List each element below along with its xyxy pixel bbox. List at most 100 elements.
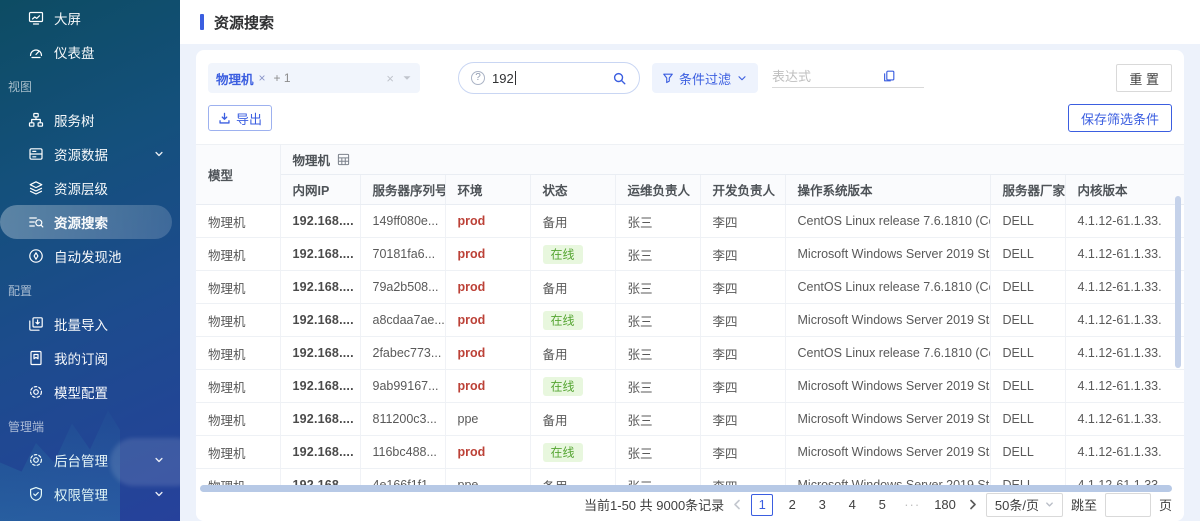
prev-page-icon[interactable]	[732, 499, 743, 510]
vertical-scrollbar[interactable]	[1175, 196, 1181, 368]
sidebar-item-资源数据[interactable]: 资源数据	[0, 137, 180, 171]
jump-page-input[interactable]	[1105, 493, 1151, 517]
page-numbers: 12345 ··· 180	[751, 494, 959, 516]
content: 物理机 × + 1 × ? 192	[180, 44, 1200, 521]
cell-dev: 李四	[700, 205, 785, 238]
filter-row: 物理机 × + 1 × ? 192	[196, 50, 1184, 94]
title-bar: 资源搜索	[180, 0, 1200, 44]
save-filter-button[interactable]: 保存筛选条件	[1068, 104, 1172, 132]
sidebar-section-label: 配置	[0, 273, 180, 307]
table-body: 物理机192.168....149ff080e...prod备用张三李四Cent…	[196, 205, 1184, 497]
page-ellipsis: ···	[901, 494, 923, 516]
table-row[interactable]: 物理机192.168....2fabec773...prod备用张三李四Cent…	[196, 337, 1184, 370]
chevron-down-icon[interactable]	[154, 487, 164, 502]
table-row[interactable]: 物理机192.168....149ff080e...prod备用张三李四Cent…	[196, 205, 1184, 238]
cell-serial: 811200c3...	[360, 403, 445, 436]
cell-env: prod	[445, 436, 530, 469]
search-icon[interactable]	[612, 71, 627, 86]
subscribe-icon	[28, 350, 44, 366]
table-row[interactable]: 物理机192.168....116bc488...prod在线张三李四Micro…	[196, 436, 1184, 469]
table-header: 模型 物理机 内网IP服务器序列号环境状态运维负责人开发负责人操作系	[196, 145, 1184, 205]
compass-icon	[28, 248, 44, 264]
table-row[interactable]: 物理机192.168....811200c3...ppe备用张三李四Micros…	[196, 403, 1184, 436]
sidebar-item-我的订阅[interactable]: 我的订阅	[0, 341, 180, 375]
next-page-icon[interactable]	[967, 499, 978, 510]
model-tag-label: 物理机	[216, 69, 254, 88]
cell-env: prod	[445, 370, 530, 403]
chevron-down-icon[interactable]	[402, 73, 412, 83]
column-settings-icon[interactable]	[337, 153, 350, 166]
sidebar-item-批量导入[interactable]: 批量导入	[0, 307, 180, 341]
chevron-down-icon[interactable]	[154, 147, 164, 162]
cell-serial: 149ff080e...	[360, 205, 445, 238]
table-row[interactable]: 物理机192.168....9ab99167...prod在线张三李四Micro…	[196, 370, 1184, 403]
select-clear-icon[interactable]: ×	[386, 71, 394, 86]
cell-kernel: 4.1.12-61.1.33.	[1065, 205, 1184, 238]
export-button[interactable]: 导出	[208, 105, 272, 131]
page-size-select[interactable]: 50条/页	[986, 493, 1063, 517]
table-row[interactable]: 物理机192.168....79a2b508...prod备用张三李四CentO…	[196, 271, 1184, 304]
page-number-5[interactable]: 5	[871, 494, 893, 516]
reset-button[interactable]: 重 置	[1116, 64, 1172, 92]
cell-ops: 张三	[615, 271, 700, 304]
page-number-4[interactable]: 4	[841, 494, 863, 516]
sidebar-item-资源搜索[interactable]: 资源搜索	[0, 205, 172, 239]
cell-status: 在线	[530, 238, 615, 271]
select-controls: ×	[386, 71, 412, 86]
cell-ops: 张三	[615, 337, 700, 370]
download-icon	[218, 112, 231, 125]
page-number-2[interactable]: 2	[781, 494, 803, 516]
column-header: 开发负责人	[700, 175, 785, 205]
sidebar-item-自动发现池[interactable]: 自动发现池	[0, 239, 180, 273]
env-value: ppe	[458, 412, 479, 426]
column-header: 状态	[530, 175, 615, 205]
env-value: prod	[458, 445, 486, 459]
cell-kernel: 4.1.12-61.1.33.	[1065, 403, 1184, 436]
page-number-3[interactable]: 3	[811, 494, 833, 516]
chevron-down-icon	[736, 72, 748, 84]
page-number-180[interactable]: 180	[931, 494, 959, 516]
table-row[interactable]: 物理机192.168....a8cdaa7ae...prod在线张三李四Micr…	[196, 304, 1184, 337]
jump-unit: 页	[1159, 495, 1172, 514]
sidebar-item-仪表盘[interactable]: 仪表盘	[0, 35, 180, 69]
status-badge: 在线	[543, 377, 583, 396]
cell-vendor: DELL	[990, 205, 1065, 238]
group-header-label: 物理机	[293, 150, 331, 169]
condition-filter-button[interactable]: 条件过滤	[652, 63, 758, 93]
search-input[interactable]: ? 192	[458, 62, 640, 94]
sidebar-item-label: 资源搜索	[54, 212, 108, 232]
title-accent-bar	[200, 14, 204, 30]
jump-label: 跳至	[1071, 495, 1097, 514]
copy-icon[interactable]	[882, 69, 896, 83]
sidebar-item-模型配置[interactable]: 模型配置	[0, 375, 180, 409]
horizontal-scrollbar[interactable]	[200, 485, 1172, 492]
sidebar-item-label: 自动发现池	[54, 246, 122, 266]
sidebar-item-服务树[interactable]: 服务树	[0, 103, 180, 137]
cell-env: prod	[445, 304, 530, 337]
status-badge: 在线	[543, 245, 583, 264]
expression-input[interactable]	[772, 69, 882, 84]
sidebar-item-label: 资源数据	[54, 144, 108, 164]
model-select[interactable]: 物理机 × + 1 ×	[208, 63, 420, 93]
cell-os: CentOS Linux release 7.6.1810 (Core)	[785, 271, 990, 304]
help-circle-icon: ?	[471, 71, 485, 85]
model-more-count: + 1	[274, 71, 291, 85]
cell-ip: 192.168....	[280, 271, 360, 304]
table-row[interactable]: 物理机192.168....70181fa6...prod在线张三李四Micro…	[196, 238, 1184, 271]
env-value: prod	[458, 346, 486, 360]
model-tag: 物理机 ×	[216, 69, 266, 88]
tag-remove-icon[interactable]: ×	[259, 71, 266, 85]
cell-serial: 2fabec773...	[360, 337, 445, 370]
sidebar-item-资源层级[interactable]: 资源层级	[0, 171, 180, 205]
sidebar: 大屏仪表盘视图服务树资源数据资源层级资源搜索自动发现池配置批量导入我的订阅模型配…	[0, 0, 180, 521]
results-table: 模型 物理机 内网IP服务器序列号环境状态运维负责人开发负责人操作系	[196, 144, 1184, 496]
cell-kernel: 4.1.12-61.1.33.	[1065, 238, 1184, 271]
import-icon	[28, 316, 44, 332]
column-header: 内网IP	[280, 175, 360, 205]
cell-kernel: 4.1.12-61.1.33.	[1065, 271, 1184, 304]
sidebar-item-大屏[interactable]: 大屏	[0, 1, 180, 35]
column-header: 内核版本	[1065, 175, 1184, 205]
cell-status: 在线	[530, 304, 615, 337]
status-badge: 在线	[543, 311, 583, 330]
page-number-1[interactable]: 1	[751, 494, 773, 516]
